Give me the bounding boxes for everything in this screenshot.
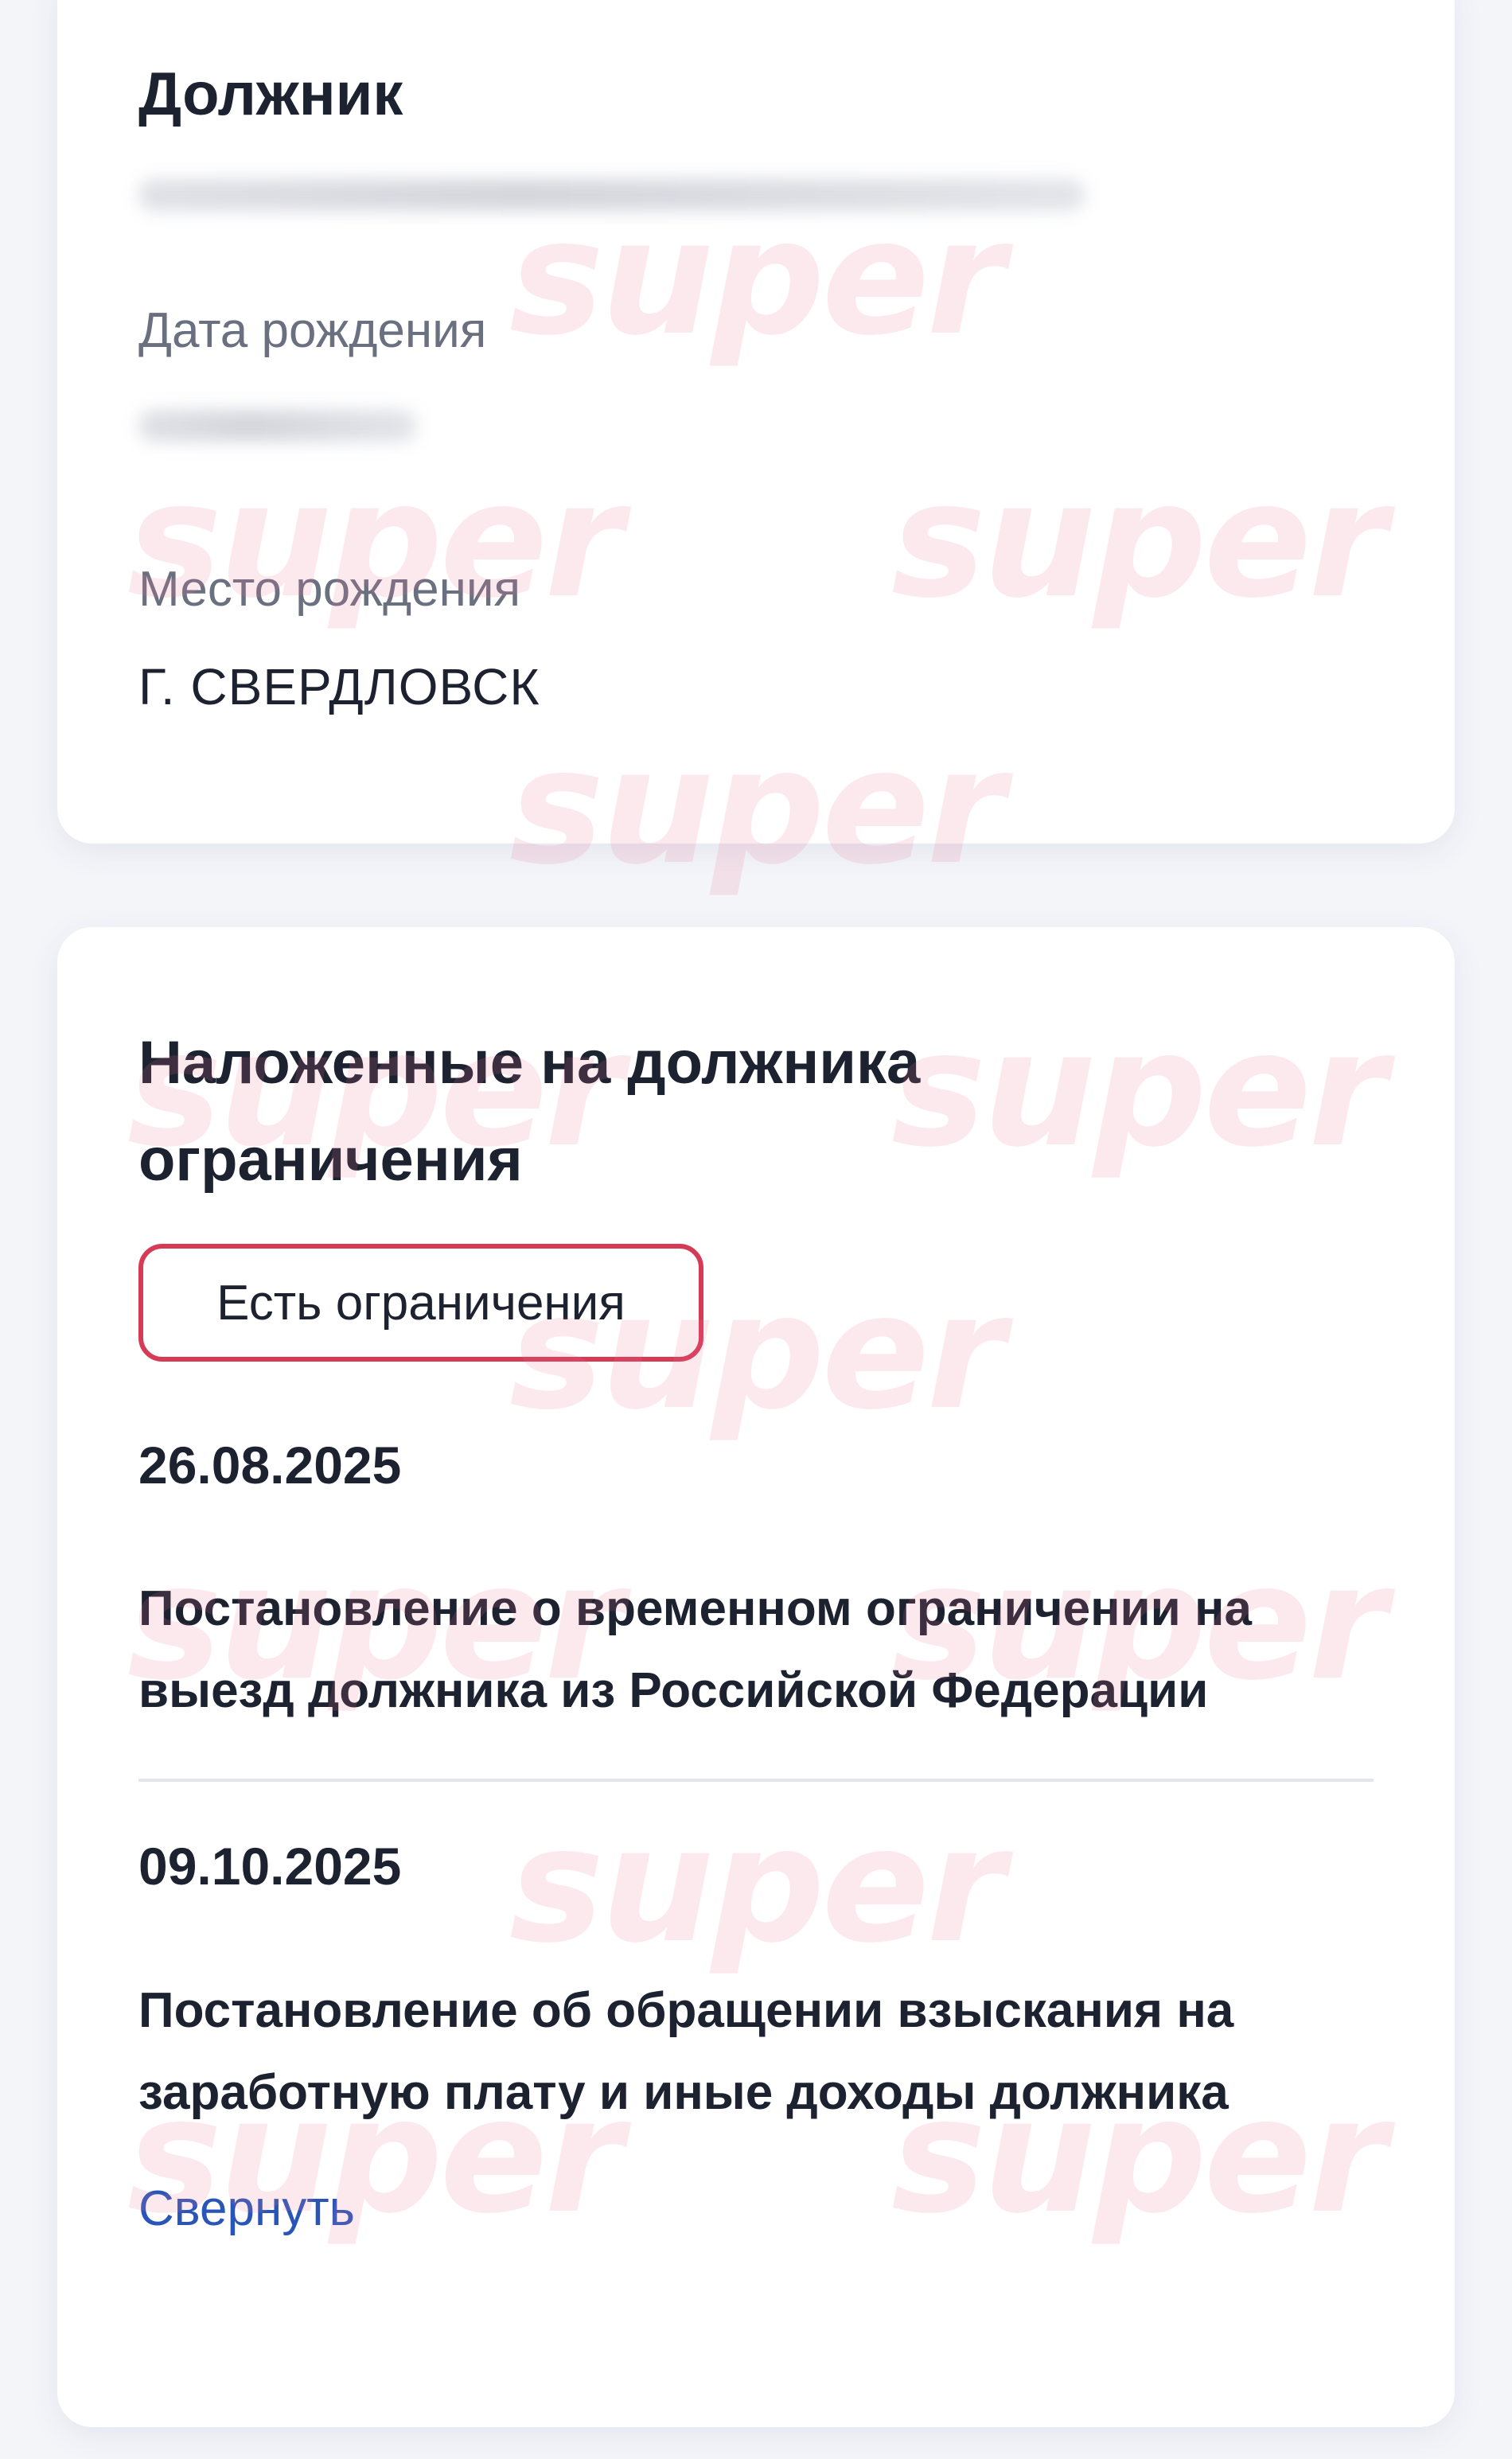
restriction-date: 09.10.2025	[138, 1837, 402, 1896]
restriction-title: Постановление об обращении взыскания на …	[138, 1970, 1380, 2134]
divider	[138, 1779, 1374, 1782]
restriction-title-line2: выезд должника из Российской Федерации	[138, 1663, 1209, 1718]
collapse-link[interactable]: Свернуть	[138, 2180, 355, 2237]
restrictions-title-line1: Наложенные на должника	[138, 1029, 921, 1097]
birth-place-label: Место рождения	[138, 562, 521, 617]
restriction-title-line1: Постановление о временном ограничении на	[138, 1581, 1252, 1636]
restrictions-title-line2: ограничения	[138, 1126, 523, 1194]
birth-date-redacted	[138, 410, 417, 442]
restrictions-card: Наложенные на должника ограничения Есть …	[57, 927, 1455, 2427]
debtor-card: Должник Дата рождения Место рождения Г. …	[57, 0, 1455, 844]
restriction-date: 26.08.2025	[138, 1436, 402, 1494]
debtor-card-title: Должник	[138, 60, 403, 128]
debtor-name-redacted	[138, 179, 1085, 211]
restriction-title-line1: Постановление об обращении взыскания на	[138, 1983, 1234, 2038]
birth-place-value: Г. СВЕРДЛОВСК	[138, 658, 540, 715]
restriction-title-line2: заработную плату и иные доходы должника	[138, 2065, 1229, 2120]
restrictions-card-title: Наложенные на должника ограничения	[138, 1015, 920, 1209]
birth-date-label: Дата рождения	[138, 303, 487, 358]
restriction-title: Постановление о временном ограничении на…	[138, 1568, 1380, 1732]
status-badge-label: Есть ограничения	[216, 1275, 625, 1331]
status-badge: Есть ограничения	[138, 1244, 703, 1362]
